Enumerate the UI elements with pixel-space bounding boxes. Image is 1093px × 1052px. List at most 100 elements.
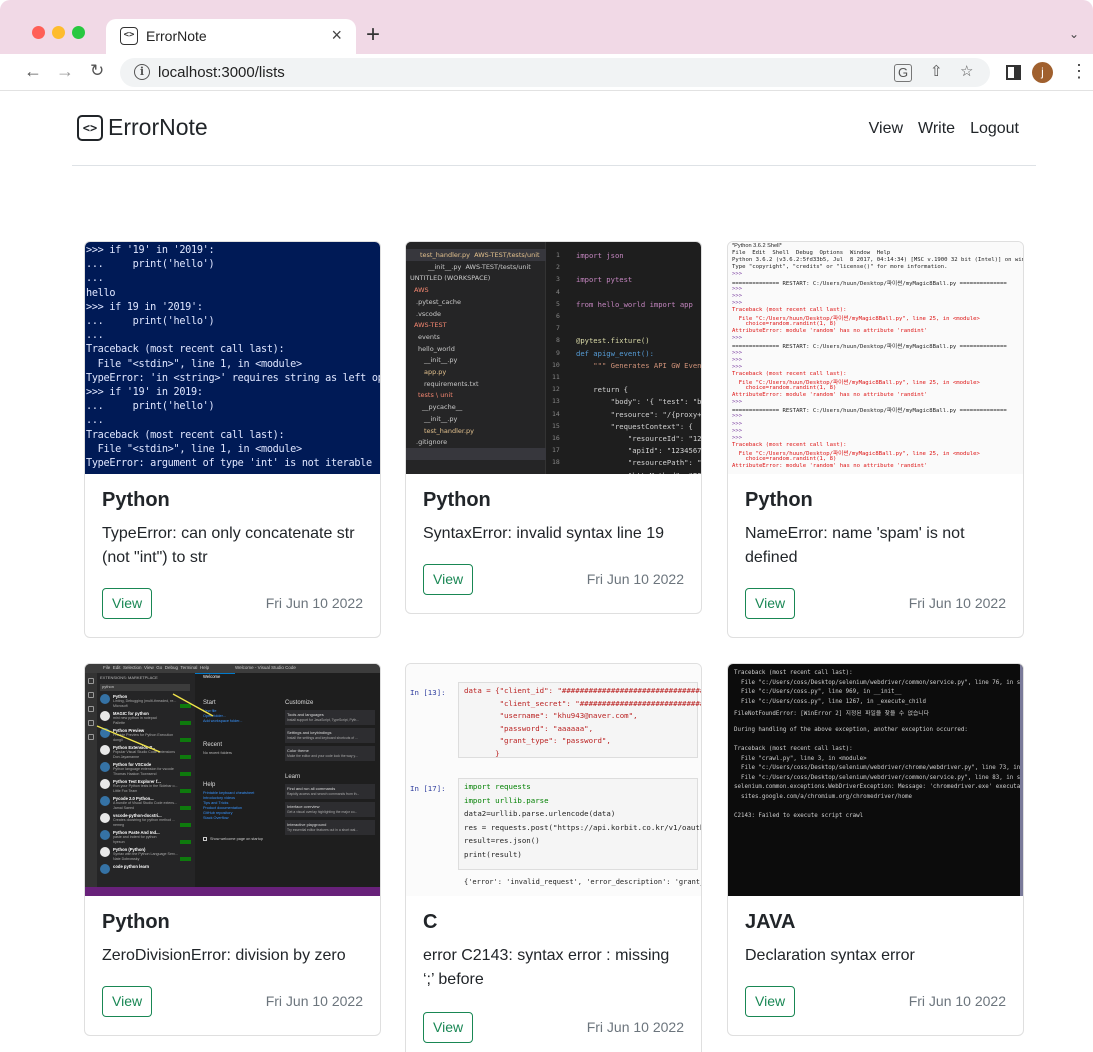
view-button[interactable]: View	[102, 588, 153, 619]
console-line: >>> if 19 in '2019':	[86, 301, 203, 313]
error-screenshot-thumbnail[interactable]: Traceback (most recent call last): File …	[728, 664, 1023, 896]
nav-view-link[interactable]: View	[869, 120, 903, 138]
error-screenshot-thumbnail[interactable]: >>> if '19' in '2019': ... print('hello')…	[85, 242, 380, 474]
view-button[interactable]: View	[745, 986, 796, 1017]
tab-title: ErrorNote	[146, 28, 207, 44]
console-line: Traceback (most recent call last):	[734, 670, 853, 676]
console-line: Traceback (most recent call last):	[86, 429, 285, 441]
explorer-item: test_handler.py AWS-TEST/tests/unit	[420, 251, 540, 259]
code-line: "username": "khu943@naver.com",	[464, 711, 638, 720]
explorer-item: .gitignore	[416, 438, 448, 447]
console-line: File "<stdin>", line 1, in <module>	[86, 443, 302, 455]
reload-icon[interactable]: ↻	[90, 60, 104, 82]
nav-logout-link[interactable]: Logout	[970, 120, 1019, 138]
cell-prompt: In [13]:	[410, 688, 446, 697]
error-card[interactable]: >>> if '19' in '2019': ... print('hello')…	[84, 241, 381, 638]
line-number: 15	[552, 421, 560, 430]
error-screenshot-thumbnail[interactable]: test_handler.py AWS-TEST/tests/unit __ini…	[406, 242, 701, 474]
translate-icon[interactable]: G	[894, 64, 913, 82]
view-button[interactable]: View	[423, 1012, 474, 1043]
cell-prompt: In [17]:	[410, 784, 446, 793]
nav-write-link[interactable]: Write	[918, 120, 955, 138]
profile-avatar[interactable]: j	[1032, 62, 1053, 83]
line-number: 7	[556, 324, 560, 333]
line-number: 4	[556, 287, 560, 296]
error-card[interactable]: In [13]: data = {"client_id": "##########…	[405, 663, 702, 1052]
code-line: "httpMethod": "POST"	[576, 471, 701, 474]
annotation-arrow-1	[96, 725, 161, 753]
explorer-item: UNTITLED (WORKSPACE)	[410, 274, 491, 283]
brand-logo[interactable]: <> ErrorNote	[77, 114, 208, 141]
card-date: Fri Jun 10 2022	[586, 571, 684, 587]
window-minimize-icon[interactable]	[52, 26, 65, 39]
address-bar[interactable]: i localhost:3000/lists G ⇧ ☆	[120, 58, 990, 87]
shell-line: Traceback (most recent call last):	[732, 441, 847, 448]
error-card[interactable]: test_handler.py AWS-TEST/tests/unit __ini…	[405, 241, 702, 614]
info-icon[interactable]: i	[134, 64, 150, 80]
explorer-item: __pycache__	[422, 403, 463, 412]
explorer-item: tests \ unit	[418, 391, 453, 400]
window-maximize-icon[interactable]	[72, 26, 85, 39]
error-screenshot-thumbnail[interactable]: *Python 3.6.2 Shell* File Edit Shell Debu…	[728, 242, 1023, 474]
vscode-explorer-panel: test_handler.py AWS-TEST/tests/unit __ini…	[406, 242, 546, 474]
card-language: Python	[745, 489, 813, 511]
code-line: "client_secret": "######################…	[499, 698, 701, 708]
error-card[interactable]: File Edit Selection View Go Debug Termin…	[84, 663, 381, 1036]
browser-tab[interactable]: <> ErrorNote ×	[106, 19, 356, 54]
line-number: 17	[552, 446, 560, 455]
console-line: ...	[86, 273, 104, 285]
console-line: Traceback (most recent call last):	[86, 344, 285, 356]
code-line: import requests	[464, 782, 531, 791]
card-error-message: ZeroDivisionError: division by zero	[102, 947, 346, 964]
main-nav: View Write Logout	[869, 120, 1019, 138]
shell-line: >>>	[732, 427, 743, 434]
annotation-arrows	[96, 693, 214, 753]
card-error-message: NameError: name 'spam' is not defined	[745, 525, 965, 566]
card-date: Fri Jun 10 2022	[265, 595, 363, 611]
error-card[interactable]: Traceback (most recent call last): File …	[727, 663, 1024, 1036]
explorer-item: .pytest_cache	[416, 297, 462, 306]
shell-line: >>>	[732, 363, 743, 370]
forward-arrow-icon[interactable]: →	[56, 60, 74, 82]
view-button[interactable]: View	[102, 986, 153, 1017]
code-line: data = {"client_id": "##################…	[464, 686, 701, 695]
shell-line: >>>	[732, 399, 743, 406]
card-date: Fri Jun 10 2022	[586, 1019, 684, 1035]
window-close-icon[interactable]	[32, 26, 45, 39]
console-line: hello	[86, 287, 116, 299]
shell-line: >>>	[732, 413, 743, 420]
shell-line: choice=random.randint(1, 8)	[732, 456, 837, 462]
code-line: data2=urllib.parse.urlencode(data)	[464, 809, 616, 818]
code-line: import json	[576, 251, 624, 260]
console-line: sites.google.com/a/chromium.org/chromedr…	[734, 793, 912, 800]
new-tab-icon[interactable]: +	[366, 23, 380, 47]
line-number: 18	[552, 458, 560, 467]
error-screenshot-thumbnail[interactable]: In [13]: data = {"client_id": "##########…	[406, 664, 701, 896]
view-button[interactable]: View	[745, 588, 796, 619]
explorer-item: __init__.py AWS-TEST/tests/unit	[428, 262, 531, 271]
shell-line: AttributeError: module 'random' has no a…	[732, 392, 928, 399]
kebab-menu-icon[interactable]: ⋮	[1070, 61, 1088, 81]
error-card[interactable]: *Python 3.6.2 Shell* File Edit Shell Debu…	[727, 241, 1024, 638]
code-line: def apigw_event():	[576, 348, 654, 358]
console-line: File "c:/Users/coss/Desktop/selenium/web…	[734, 765, 1023, 771]
tab-close-icon[interactable]: ×	[331, 25, 342, 45]
line-number: 14	[552, 409, 560, 418]
star-icon[interactable]: ☆	[960, 63, 973, 81]
side-panel-icon[interactable]	[1006, 65, 1021, 80]
url-text[interactable]: localhost:3000/lists	[158, 64, 285, 81]
shell-line: >>>	[732, 356, 743, 363]
shell-line: ============== RESTART: C:/Users/huun/De…	[732, 344, 1007, 351]
view-button[interactable]: View	[423, 564, 474, 595]
tab-search-chevron-icon[interactable]: ⌄	[1069, 27, 1079, 41]
code-line: print(result)	[464, 849, 522, 859]
shell-line: Python 3.6.2 (v3.6.2:5fd33b5, Jul 8 2017…	[732, 257, 1023, 264]
console-line: ... print('hello')	[86, 401, 215, 413]
back-arrow-icon[interactable]: ←	[24, 60, 42, 82]
shell-line: >>>	[732, 335, 743, 342]
code-line: "resourceId": "123456	[627, 434, 701, 443]
line-number: 9	[556, 348, 560, 357]
error-screenshot-thumbnail[interactable]: File Edit Selection View Go Debug Termin…	[85, 664, 380, 896]
console-line: selenium.common.exceptions.WebDriverExce…	[734, 784, 1023, 790]
share-icon[interactable]: ⇧	[930, 63, 943, 81]
